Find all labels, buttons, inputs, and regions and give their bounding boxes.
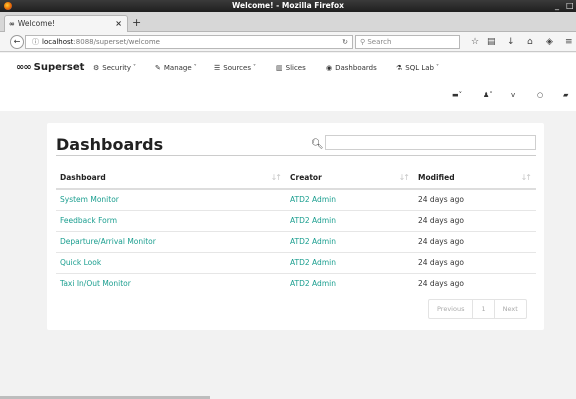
new-tab-button[interactable]: +: [132, 16, 141, 30]
window-title: Welcome! - Mozilla Firefox: [231, 1, 345, 10]
menu-sources-label: Sources: [223, 64, 251, 72]
column-header-creator-label: Creator: [290, 173, 322, 182]
search-bar-placeholder: Search: [367, 38, 392, 46]
column-header-modified-label: Modified: [418, 173, 455, 182]
download-icon[interactable]: ↓: [507, 36, 515, 48]
column-header-dashboard-label: Dashboard: [60, 173, 106, 182]
bug-icon[interactable]: ▰: [563, 91, 568, 99]
creator-link[interactable]: ATD2 Admin: [286, 209, 414, 231]
menu-sources[interactable]: ☰ Sources ˅: [214, 64, 256, 72]
superset-favicon-icon: ∞: [9, 20, 15, 28]
creator-link[interactable]: ATD2 Admin: [286, 251, 414, 273]
pocket-icon[interactable]: ◈: [546, 36, 553, 48]
window-titlebar: Welcome! - Mozilla Firefox _ □: [0, 0, 576, 12]
site-info-icon[interactable]: ⓘ: [32, 38, 39, 46]
navigation-toolbar: ← ⓘ localhost:8088/superset/welcome ↻ ⚲ S…: [0, 32, 576, 52]
tab-close-button[interactable]: ×: [115, 16, 122, 31]
creator-link[interactable]: ATD2 Admin: [286, 272, 414, 294]
column-header-creator[interactable]: Creator ↓↑: [286, 167, 414, 190]
sort-icon[interactable]: ↓↑: [399, 173, 410, 182]
menu-sql-lab[interactable]: ⚗ SQL Lab ˅: [396, 64, 439, 72]
creator-link[interactable]: ATD2 Admin: [286, 230, 414, 252]
superset-brand[interactable]: ∞∞ Superset: [16, 62, 84, 73]
modified-cell: 24 days ago: [414, 209, 536, 231]
table-row: Taxi In/Out Monitor ATD2 Admin 24 days a…: [56, 272, 536, 294]
table-row: Quick Look ATD2 Admin 24 days ago: [56, 251, 536, 273]
brand-label: Superset: [33, 62, 85, 73]
modified-cell: 24 days ago: [414, 251, 536, 273]
pagination-previous-button[interactable]: Previous: [429, 300, 474, 318]
dashboards-table: Dashboard ↓↑ Creator ↓↑ Modified ↓↑ System …: [56, 167, 536, 294]
menu-manage-label: Manage: [163, 64, 192, 72]
language-flag-icon[interactable]: ▬˅: [452, 91, 462, 99]
search-icon: 🔍︎: [311, 139, 324, 150]
table-row: Departure/Arrival Monitor ATD2 Admin 24 …: [56, 230, 536, 252]
maximize-button[interactable]: □: [566, 0, 574, 12]
search-bar[interactable]: ⚲ Search: [355, 35, 460, 49]
minimize-button[interactable]: _: [555, 0, 559, 12]
title-divider: [56, 155, 536, 156]
url-bar[interactable]: ⓘ localhost:8088/superset/welcome ↻: [25, 35, 353, 49]
wrench-icon: ✎: [155, 64, 161, 72]
dashboard-search-input[interactable]: [325, 135, 536, 150]
superset-app: ∞∞ Superset ⚙ Security ˅ ✎ Manage ˅ ☰ Sources ˅…: [0, 53, 576, 399]
dashboard-link[interactable]: Quick Look: [56, 251, 286, 273]
column-header-dashboard[interactable]: Dashboard ↓↑: [56, 167, 286, 190]
table-header-row: Dashboard ↓↑ Creator ↓↑ Modified ↓↑: [56, 167, 536, 190]
superset-logo-icon: ∞∞: [16, 62, 32, 73]
version-icon[interactable]: ⅴ: [511, 91, 515, 99]
page-title: Dashboards: [56, 135, 164, 154]
bookmark-star-icon[interactable]: ☆: [471, 36, 479, 48]
github-icon[interactable]: ○: [537, 91, 543, 99]
menu-security-label: Security: [102, 64, 132, 72]
menu-dashboards[interactable]: ◉ Dashboards: [326, 64, 377, 72]
chevron-down-icon: ˅: [252, 64, 256, 71]
chevron-down-icon: ˅: [133, 64, 137, 71]
menu-dashboards-label: Dashboards: [335, 64, 377, 72]
pagination-page-1[interactable]: 1: [473, 300, 495, 318]
menu-sql-lab-label: SQL Lab: [405, 64, 434, 72]
gear-icon: ⚙: [93, 64, 100, 72]
modified-cell: 24 days ago: [414, 230, 536, 252]
table-row: System Monitor ATD2 Admin 24 days ago: [56, 188, 536, 210]
hamburger-menu-icon[interactable]: ≡: [565, 36, 573, 48]
chevron-down-icon: ˅: [193, 64, 197, 71]
table-row: Feedback Form ATD2 Admin 24 days ago: [56, 209, 536, 231]
database-icon: ☰: [214, 64, 221, 72]
back-button[interactable]: ←: [10, 35, 24, 49]
app-top-nav: ∞∞ Superset ⚙ Security ˅ ✎ Manage ˅ ☰ Sources ˅…: [0, 53, 576, 111]
dashboard-link[interactable]: Taxi In/Out Monitor: [56, 272, 286, 294]
library-icon[interactable]: ▤: [487, 36, 496, 48]
menu-slices[interactable]: ▥ Slices: [276, 64, 306, 72]
column-header-modified[interactable]: Modified ↓↑: [414, 167, 536, 190]
reload-icon[interactable]: ↻: [342, 36, 348, 48]
firefox-icon: [4, 2, 12, 10]
bar-chart-icon: ▥: [276, 64, 283, 72]
menu-security[interactable]: ⚙ Security ˅: [93, 64, 136, 72]
dashboard-icon: ◉: [326, 64, 333, 72]
tab-label: Welcome!: [17, 19, 56, 28]
sort-icon[interactable]: ↓↑: [521, 173, 532, 182]
modified-cell: 24 days ago: [414, 272, 536, 294]
url-path: :8088/superset/welcome: [73, 38, 160, 46]
pagination: Previous 1 Next: [428, 299, 527, 319]
menu-slices-label: Slices: [285, 64, 306, 72]
tab-strip: ∞ Welcome! × +: [0, 12, 576, 32]
creator-link[interactable]: ATD2 Admin: [286, 188, 414, 210]
dashboard-link[interactable]: System Monitor: [56, 188, 286, 210]
url-host: localhost: [42, 38, 74, 46]
modified-cell: 24 days ago: [414, 188, 536, 210]
flask-icon: ⚗: [396, 64, 403, 72]
dashboard-link[interactable]: Feedback Form: [56, 209, 286, 231]
chevron-down-icon: ˅: [436, 64, 439, 71]
user-icon[interactable]: ♟˅: [483, 91, 493, 99]
sort-icon[interactable]: ↓↑: [271, 173, 282, 182]
home-icon[interactable]: ⌂: [527, 36, 533, 48]
pagination-next-button[interactable]: Next: [495, 300, 526, 318]
dashboards-panel: Dashboards 🔍︎ Dashboard ↓↑ Creator ↓↑ Modi…: [47, 123, 544, 330]
menu-manage[interactable]: ✎ Manage ˅: [155, 64, 197, 72]
dashboard-link[interactable]: Departure/Arrival Monitor: [56, 230, 286, 252]
tab-welcome[interactable]: ∞ Welcome! ×: [4, 15, 128, 32]
